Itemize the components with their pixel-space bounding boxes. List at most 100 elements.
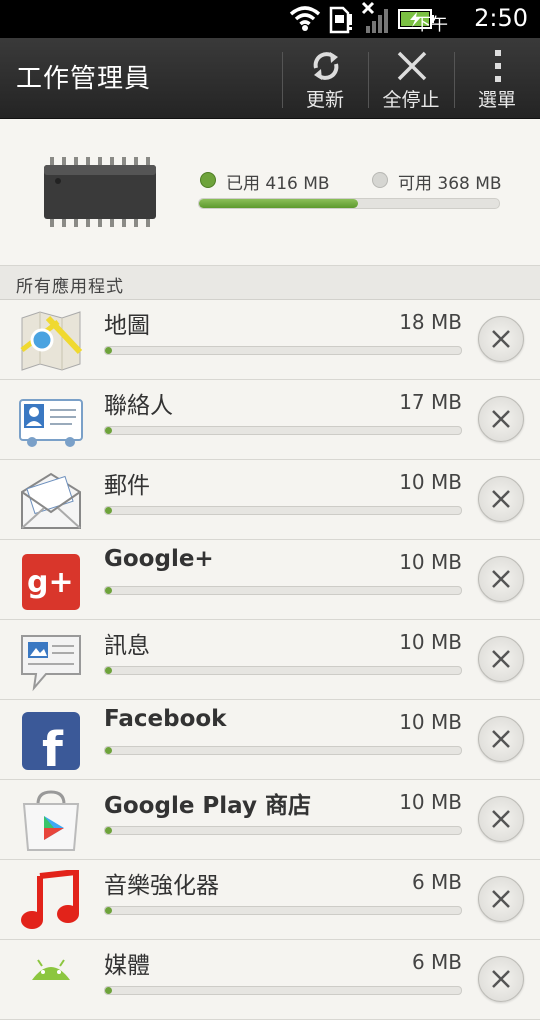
svg-text:g+: g+ (27, 565, 74, 600)
stop-app-button[interactable] (478, 716, 524, 762)
app-memory-size: 10 MB (399, 710, 462, 734)
app-list: 地圖 18 MB 聯絡人 17 MB 郵件 10 MB g+ Google+ 1… (0, 300, 540, 1020)
stop-all-button[interactable]: 全停止 (368, 38, 454, 118)
app-memory-size: 10 MB (399, 550, 462, 574)
app-name: Google+ (104, 546, 214, 572)
stop-app-button[interactable] (478, 316, 524, 362)
section-title: 所有應用程式 (16, 277, 124, 297)
app-memory-fill (105, 987, 113, 994)
refresh-icon (313, 52, 339, 80)
app-memory-fill (105, 507, 113, 514)
app-memory-fill (105, 347, 113, 354)
app-row[interactable]: Google Play 商店 10 MB (0, 780, 540, 860)
app-name: 聯絡人 (104, 393, 173, 419)
app-memory-fill (105, 587, 113, 594)
close-icon (492, 890, 510, 908)
close-icon (492, 810, 510, 828)
action-bar: 工作管理員 更新 全停止 選單 (0, 38, 540, 119)
app-memory-size: 10 MB (399, 470, 462, 494)
app-name: 音樂強化器 (104, 873, 219, 899)
app-memory-bar (104, 906, 462, 915)
memory-chip-icon (44, 157, 156, 227)
app-row[interactable]: g+ Google+ 10 MB (0, 540, 540, 620)
app-name: Facebook (104, 706, 227, 732)
stop-app-button[interactable] (478, 396, 524, 442)
app-row[interactable]: 地圖 18 MB (0, 300, 540, 380)
app-memory-fill (105, 667, 113, 674)
page-title: 工作管理員 (16, 64, 152, 94)
app-memory-size: 18 MB (399, 310, 462, 334)
app-row[interactable]: 訊息 10 MB (0, 620, 540, 700)
app-row[interactable]: 媒體 6 MB (0, 940, 540, 1020)
close-icon (492, 490, 510, 508)
used-memory-label: 已用 416 MB (226, 174, 330, 194)
section-header: 所有應用程式 (0, 266, 540, 300)
app-row[interactable]: f Facebook 10 MB (0, 700, 540, 780)
stop-app-button[interactable] (478, 476, 524, 522)
app-row[interactable]: 音樂強化器 6 MB (0, 860, 540, 940)
menu-button[interactable]: 選單 (454, 38, 540, 118)
stop-app-button[interactable] (478, 956, 524, 1002)
app-memory-bar (104, 666, 462, 675)
google-play-store-icon (18, 790, 84, 852)
stop-app-button[interactable] (478, 556, 524, 602)
close-icon (492, 410, 510, 428)
sd-card-icon (329, 6, 352, 34)
maps-icon (18, 310, 84, 372)
status-bar: 下午 2:50 (0, 0, 540, 38)
app-name: 訊息 (104, 633, 150, 659)
android-media-icon (18, 950, 84, 1012)
app-memory-bar (104, 426, 462, 435)
stop-app-button[interactable] (478, 796, 524, 842)
app-memory-bar (104, 826, 462, 835)
music-enhancer-icon (18, 868, 84, 932)
app-memory-size: 6 MB (411, 870, 462, 894)
app-memory-bar (104, 746, 462, 755)
app-row[interactable]: 郵件 10 MB (0, 460, 540, 540)
app-memory-bar (104, 986, 462, 995)
app-name: Google Play 商店 (104, 793, 311, 819)
app-name: 地圖 (104, 313, 150, 339)
stop-app-button[interactable] (478, 636, 524, 682)
am-pm-label: 下午 (414, 15, 448, 35)
app-memory-fill (105, 747, 113, 754)
app-row[interactable]: 聯絡人 17 MB (0, 380, 540, 460)
app-memory-fill (105, 827, 113, 834)
app-memory-bar (104, 586, 462, 595)
used-legend-dot (200, 172, 216, 188)
signal-no-service-icon (361, 1, 388, 33)
app-memory-size: 10 MB (399, 790, 462, 814)
free-memory-label: 可用 368 MB (398, 174, 502, 194)
close-icon (492, 330, 510, 348)
app-name: 郵件 (104, 473, 150, 499)
messages-icon (18, 630, 84, 692)
close-icon (492, 650, 510, 668)
contacts-icon (18, 390, 84, 452)
stop-all-label: 全停止 (382, 89, 440, 111)
facebook-icon: f (18, 710, 84, 778)
overflow-menu-icon (495, 50, 501, 82)
memory-usage-bar (198, 198, 500, 209)
menu-label: 選單 (477, 89, 516, 111)
wifi-icon (289, 6, 321, 31)
close-icon (492, 730, 510, 748)
app-memory-fill (105, 427, 113, 434)
google-plus-icon: g+ (18, 550, 84, 612)
clock: 2:50 (474, 4, 528, 32)
app-name: 媒體 (104, 953, 150, 979)
app-memory-bar (104, 506, 462, 515)
refresh-button[interactable]: 更新 (282, 38, 368, 118)
app-memory-size: 10 MB (399, 630, 462, 654)
close-icon (492, 970, 510, 988)
mail-icon (18, 470, 84, 532)
app-memory-fill (105, 907, 113, 914)
stop-app-button[interactable] (478, 876, 524, 922)
memory-summary: 已用 416 MB 可用 368 MB (0, 119, 540, 266)
svg-text:f: f (42, 722, 64, 772)
app-memory-size: 6 MB (411, 950, 462, 974)
free-legend-dot (372, 172, 388, 188)
close-icon (492, 570, 510, 588)
app-memory-bar (104, 346, 462, 355)
close-icon (397, 51, 427, 81)
app-memory-size: 17 MB (399, 390, 462, 414)
